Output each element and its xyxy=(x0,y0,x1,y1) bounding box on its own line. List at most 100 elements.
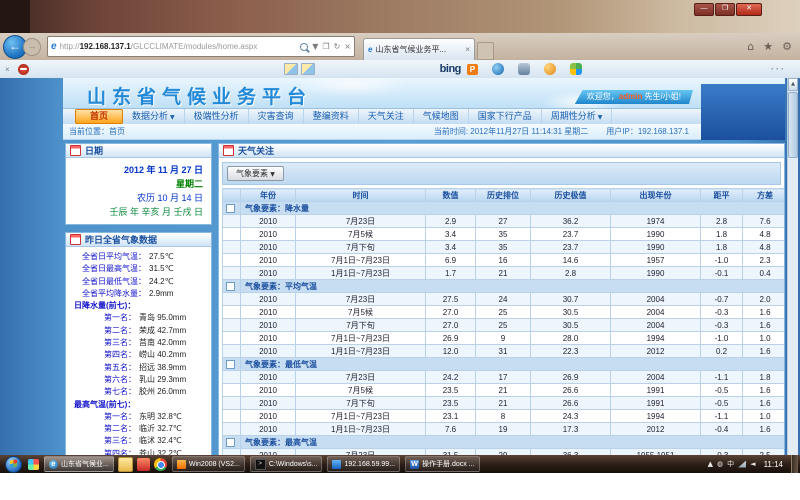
quick-launch-icon[interactable] xyxy=(28,459,39,470)
show-desktop-button[interactable] xyxy=(791,455,798,473)
chrome-icon[interactable] xyxy=(154,458,167,471)
browser-tab[interactable]: e 山东省气候业务平... × xyxy=(363,38,475,61)
stat-label: 第三名： xyxy=(70,435,136,447)
nav-item-数据分析[interactable]: 数据分析▼ xyxy=(123,109,185,124)
table-cell: 27.0 xyxy=(426,306,476,319)
tray-update-icon[interactable]: ◍ xyxy=(717,460,723,468)
refresh-icon[interactable]: ↻ xyxy=(334,42,341,51)
tab-close-icon[interactable]: × xyxy=(465,45,470,54)
nav-item-国家下行产品[interactable]: 国家下行产品 xyxy=(469,109,542,124)
nav-item-灾害查询[interactable]: 灾害查询 xyxy=(249,109,304,124)
home-icon[interactable]: ⌂ xyxy=(747,40,754,53)
taskbar-clock[interactable]: 11:14 xyxy=(764,460,783,469)
table-cell: 7.6 xyxy=(743,215,786,228)
taskbar-window-button[interactable]: 192.168.59.99... xyxy=(327,456,400,472)
table-cell: 1.0 xyxy=(743,410,786,423)
table-cell: 2004 xyxy=(611,293,701,306)
camera-icon[interactable] xyxy=(518,63,530,75)
taskbar-window-button[interactable]: W操作手册.docx ... xyxy=(405,456,480,472)
table-row: 20101月1日~7月23日1.7212.81990-0.10.4 xyxy=(223,267,786,280)
stat-label: 第一名： xyxy=(70,312,136,324)
calendar-ganzhi: 壬辰 年 辛亥 月 壬戌 日 xyxy=(74,205,203,219)
row-lead-cell xyxy=(223,384,241,397)
close-button[interactable]: ✕ xyxy=(736,3,762,16)
taskbar-ie-window[interactable]: e 山东省气候业... xyxy=(44,456,114,472)
table-cell: 31 xyxy=(476,345,531,358)
nav-item-气候地图[interactable]: 气候地图 xyxy=(414,109,469,124)
network-icon[interactable] xyxy=(738,461,746,468)
row-lead-cell xyxy=(223,306,241,319)
tray-language-icon[interactable]: 中 xyxy=(727,459,734,469)
stat-row: 第二名：荣成 42.7mm xyxy=(70,325,207,337)
ic-word-icon: W xyxy=(410,460,419,469)
new-tab-button[interactable] xyxy=(477,42,494,60)
stat-row: 第四名：崂山 40.2mm xyxy=(70,349,207,361)
table-cell: 14.6 xyxy=(531,254,611,267)
nav-item-首页[interactable]: 首页 xyxy=(75,109,123,124)
content-area: 日期 2012 年 11 月 27 日 星期二 农历 10 月 14 日 壬辰 … xyxy=(63,140,785,455)
compat-page-icon[interactable]: ❐ xyxy=(322,42,329,51)
welcome-post: 先生/小姐! xyxy=(642,92,681,101)
group-checkbox-cell xyxy=(223,202,241,215)
volume-icon[interactable]: ◄ xyxy=(750,460,755,468)
table-cell: -0.4 xyxy=(701,423,743,436)
group-checkbox[interactable] xyxy=(226,438,235,447)
ic-cmd-icon: > xyxy=(255,459,266,470)
media-player-icon[interactable] xyxy=(137,458,150,471)
nav-item-整编资料[interactable]: 整编资料 xyxy=(304,109,359,124)
mail-icon[interactable] xyxy=(301,63,315,75)
minimize-button[interactable]: — xyxy=(694,3,714,16)
row-lead-cell xyxy=(223,410,241,423)
taskbar-window-button[interactable]: >C:\Windows\s... xyxy=(250,456,323,472)
group-checkbox[interactable] xyxy=(226,282,235,291)
assistant-icon[interactable] xyxy=(544,63,556,75)
tray-expand-icon[interactable]: ▲ xyxy=(708,460,713,468)
nav-item-周期性分析[interactable]: 周期性分析▼ xyxy=(542,109,613,124)
coins-icon[interactable] xyxy=(492,63,504,75)
table-cell: 2.8 xyxy=(701,215,743,228)
group-checkbox[interactable] xyxy=(226,204,235,213)
column-header: 历史极值 xyxy=(531,189,611,202)
table-cell: 2.0 xyxy=(743,293,786,306)
stop-icon[interactable]: × xyxy=(344,42,351,51)
table-cell: 1.8 xyxy=(701,241,743,254)
scroll-up-icon[interactable]: ▲ xyxy=(788,78,798,91)
nav-item-极端性分析[interactable]: 极端性分析 xyxy=(185,109,249,124)
table-cell: 3.4 xyxy=(426,241,476,254)
toolbar-logo-icon[interactable] xyxy=(18,64,29,75)
favorites-star-icon[interactable]: ★ xyxy=(763,40,773,53)
group-checkbox[interactable] xyxy=(226,360,235,369)
taskbar-window-button[interactable]: Win2008 (VS2... xyxy=(172,456,245,472)
toolbar-close-icon[interactable]: × xyxy=(5,65,10,74)
table-cell: 17 xyxy=(476,371,531,384)
nav-item-天气关注[interactable]: 天气关注 xyxy=(359,109,414,124)
scrollbar-thumb[interactable] xyxy=(788,92,798,158)
dropdown-icon[interactable]: ▼ xyxy=(312,42,318,51)
element-selector-button[interactable]: 气象要素 ▼ xyxy=(227,166,284,181)
table-cell: 30.5 xyxy=(531,319,611,332)
table-cell: 17.3 xyxy=(531,423,611,436)
column-header: 历史排位 xyxy=(476,189,531,202)
row-lead-cell xyxy=(223,215,241,228)
stat-value: 24.2℃ xyxy=(149,276,174,288)
photo-icon[interactable] xyxy=(284,63,298,75)
stat-value: 乳山 29.3mm xyxy=(139,374,186,386)
maximize-button[interactable]: ❐ xyxy=(715,3,735,16)
apps-grid-icon[interactable] xyxy=(570,63,582,75)
table-cell: -1.1 xyxy=(701,410,743,423)
start-button[interactable] xyxy=(5,456,22,473)
p-badge-icon[interactable]: P xyxy=(467,64,478,75)
stat-label: 第六名： xyxy=(70,374,136,386)
table-cell: 1994 xyxy=(611,332,701,345)
more-options-icon[interactable]: ··· xyxy=(771,64,786,74)
address-bar[interactable]: e http://192.168.137.1/GLCCLIMATE/module… xyxy=(47,36,355,57)
forward-button[interactable]: → xyxy=(23,38,41,56)
table-cell: 2010 xyxy=(241,384,296,397)
table-cell: 2010 xyxy=(241,241,296,254)
settings-gear-icon[interactable]: ⚙ xyxy=(782,40,792,53)
search-icon[interactable] xyxy=(300,43,308,51)
bing-logo[interactable]: bing xyxy=(440,63,461,75)
explorer-icon[interactable] xyxy=(118,457,133,472)
table-row: 20107月1日~7月23日23.1824.31994-1.11.0 xyxy=(223,410,786,423)
vertical-scrollbar[interactable]: ▲ xyxy=(787,78,798,455)
